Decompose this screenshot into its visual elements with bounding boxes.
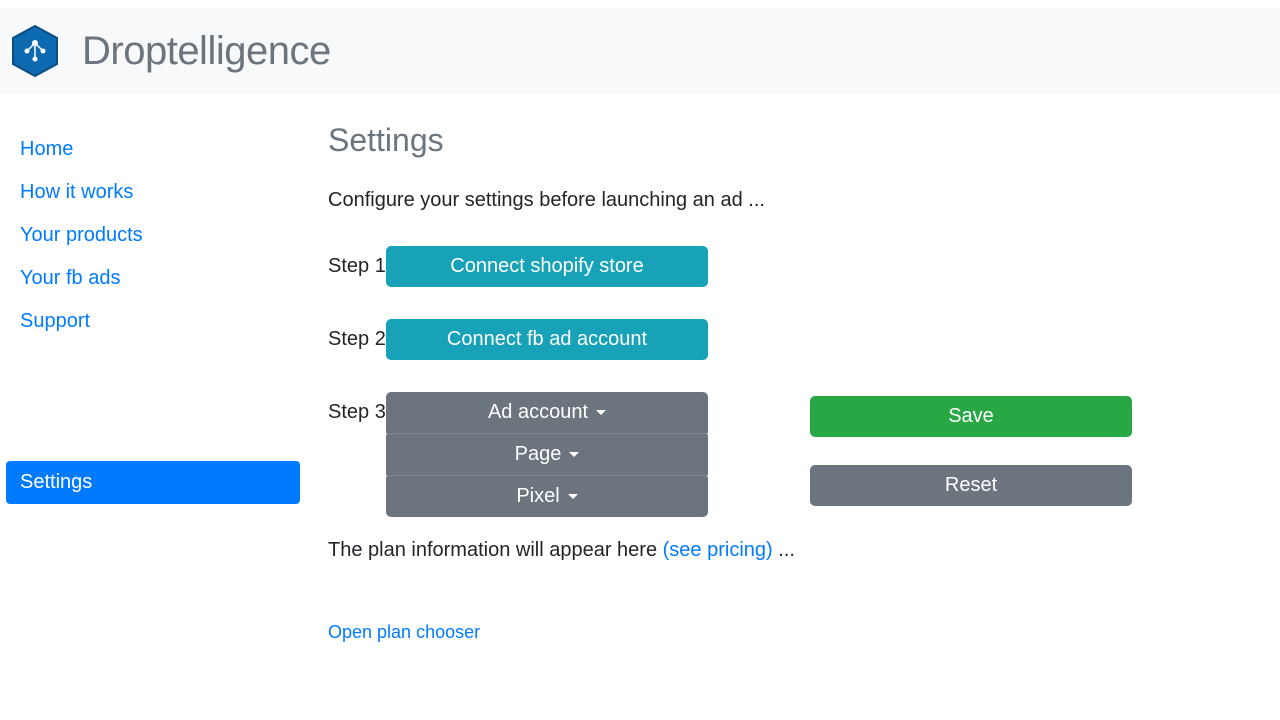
pixel-dropdown-label: Pixel: [516, 485, 559, 508]
main: Settings Configure your settings before …: [306, 122, 1280, 643]
step-2-row: Step 2 Connect fb ad account: [328, 319, 1260, 360]
page-dropdown-label: Page: [515, 443, 562, 466]
chevron-down-icon: [568, 494, 578, 499]
sidebar-item-your-products[interactable]: Your products: [6, 214, 300, 257]
step-1-row: Step 1 Connect shopify store: [328, 246, 1260, 287]
ad-account-dropdown-label: Ad account: [488, 401, 588, 424]
topbar: Droptelligence: [0, 0, 1280, 94]
connect-shopify-button[interactable]: Connect shopify store: [386, 246, 708, 287]
save-button[interactable]: Save: [810, 396, 1132, 437]
ad-account-dropdown[interactable]: Ad account: [386, 392, 708, 434]
plan-info-line: The plan information will appear here (s…: [328, 539, 1260, 562]
sidebar-item-home[interactable]: Home: [6, 128, 300, 171]
step-2-label: Step 2: [328, 319, 386, 351]
sidebar-item-support[interactable]: Support: [6, 300, 300, 343]
step-3-actions: Save Reset: [810, 392, 1132, 506]
brand-block: Droptelligence: [12, 25, 331, 77]
page-dropdown[interactable]: Page: [386, 434, 708, 476]
plan-text-pre: The plan information will appear here: [328, 539, 663, 561]
step-3-dropdown-stack: Ad account Page Pixel: [386, 392, 708, 517]
reset-button[interactable]: Reset: [810, 465, 1132, 506]
chevron-down-icon: [569, 452, 579, 457]
plan-text-post: ...: [773, 539, 795, 561]
chevron-down-icon: [596, 410, 606, 415]
brand-name: Droptelligence: [82, 29, 331, 74]
sidebar-item-settings[interactable]: Settings: [6, 461, 300, 504]
sidebar-item-your-fb-ads[interactable]: Your fb ads: [6, 257, 300, 300]
step-1-label: Step 1: [328, 246, 386, 278]
open-plan-chooser-link[interactable]: Open plan chooser: [328, 622, 1260, 643]
nav-spacer: [6, 343, 300, 461]
see-pricing-link[interactable]: (see pricing): [663, 539, 773, 561]
sidebar-item-how-it-works[interactable]: How it works: [6, 171, 300, 214]
page-subtitle: Configure your settings before launching…: [328, 189, 1260, 212]
logo-icon: [12, 25, 58, 77]
connect-fb-button[interactable]: Connect fb ad account: [386, 319, 708, 360]
pixel-dropdown[interactable]: Pixel: [386, 476, 708, 517]
sidebar: Home How it works Your products Your fb …: [0, 122, 306, 643]
step-3-row: Step 3 Ad account Page Pixel: [328, 392, 1260, 517]
step-3-label: Step 3: [328, 392, 386, 424]
page-title: Settings: [328, 122, 1260, 159]
topbar-right-spacer: [885, 16, 1280, 94]
